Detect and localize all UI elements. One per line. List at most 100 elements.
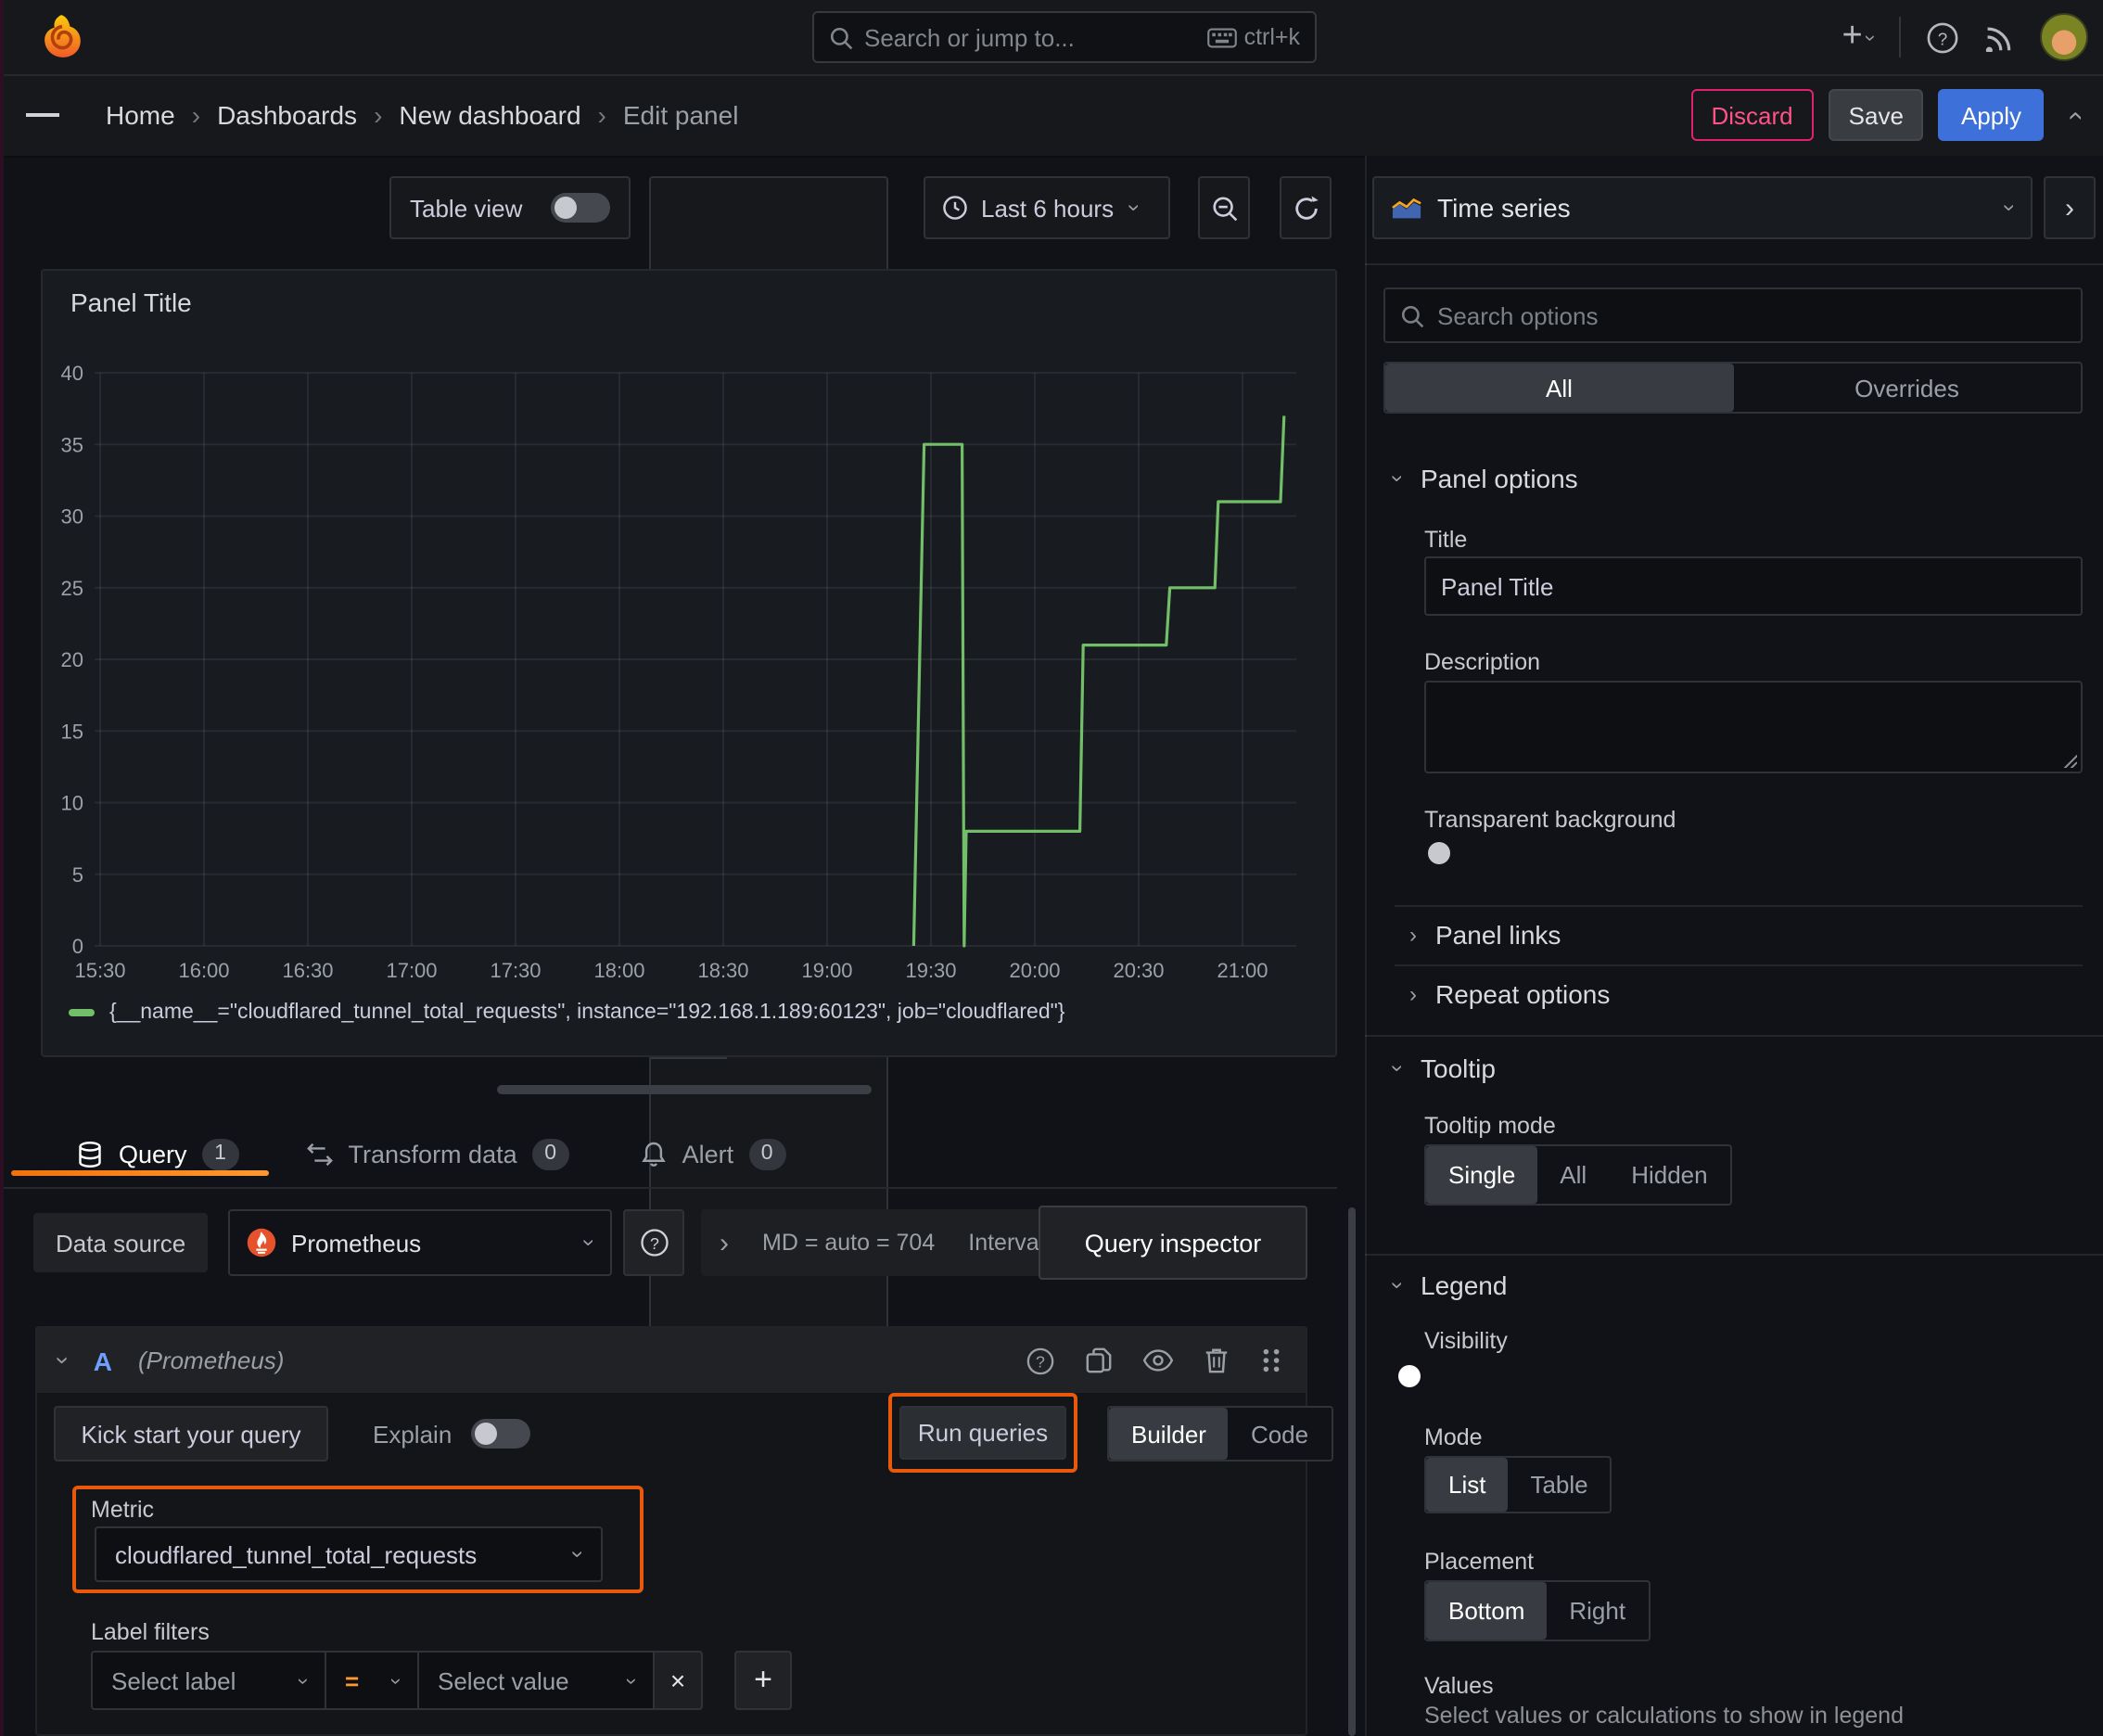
visualization-picker[interactable]: Time series › (1372, 176, 2033, 239)
svg-text:10: 10 (61, 792, 83, 815)
repeat-options-section[interactable]: › Repeat options (1409, 979, 1610, 1009)
collapse-pane-button[interactable]: › (2044, 176, 2096, 239)
discard-button[interactable]: Discard (1690, 89, 1814, 141)
run-queries-button[interactable]: Run queries (899, 1406, 1066, 1460)
breadcrumb-new-dashboard[interactable]: New dashboard (399, 100, 580, 130)
description-label: Description (1424, 649, 1541, 675)
viz-picker-label: Time series (1437, 193, 1571, 223)
tab-overrides[interactable]: Overrides (1733, 364, 2081, 412)
svg-text:18:00: 18:00 (593, 959, 644, 982)
query-inspector-button[interactable]: Query inspector (1039, 1206, 1307, 1280)
help-circle-icon[interactable]: ? (1026, 1346, 1055, 1375)
tab-query[interactable]: Query 1 (11, 1138, 273, 1169)
svg-text:20:00: 20:00 (1009, 959, 1060, 982)
zoom-out-button[interactable] (1198, 176, 1250, 239)
label-filter-operator-select[interactable]: = › (326, 1651, 419, 1710)
query-row-header[interactable]: › A (Prometheus) ? (37, 1328, 1306, 1393)
grafana-logo[interactable] (37, 13, 85, 61)
add-new-button[interactable]: + › (1842, 17, 1881, 57)
eye-icon[interactable] (1142, 1348, 1174, 1372)
tooltip-all[interactable]: All (1537, 1146, 1609, 1204)
tooltip-single[interactable]: Single (1426, 1146, 1538, 1204)
save-button[interactable]: Save (1828, 89, 1924, 141)
topbar-divider (1899, 17, 1901, 57)
section-divider (1365, 1254, 2103, 1256)
tooltip-section[interactable]: › Tooltip (1385, 1053, 1496, 1083)
chevron-right-icon: › (374, 100, 383, 130)
breadcrumb-home[interactable]: Home (106, 100, 175, 130)
builder-option[interactable]: Builder (1109, 1408, 1229, 1460)
placement-right[interactable]: Right (1547, 1582, 1648, 1640)
refresh-button[interactable] (1280, 176, 1332, 239)
breadcrumb: Home › Dashboards › New dashboard › Edit… (106, 76, 738, 154)
mode-list[interactable]: List (1426, 1458, 1509, 1512)
panel-links-section[interactable]: › Panel links (1409, 920, 1561, 950)
values-label: Values (1424, 1673, 1494, 1699)
chevron-right-icon: › (1409, 922, 1417, 948)
legend-section[interactable]: › Legend (1385, 1270, 1507, 1300)
remove-filter-button[interactable]: × (655, 1651, 703, 1710)
global-search-input[interactable]: Search or jump to... ctrl+k (812, 11, 1317, 63)
tab-all[interactable]: All (1385, 364, 1733, 412)
chevron-down-icon: › (1385, 475, 1411, 482)
timeseries-chart[interactable]: 0 5 10 15 20 25 30 35 40 15:30 16:00 16:30 17:00 17:3… (57, 354, 1337, 1003)
panel-options-section[interactable]: › Panel options (1385, 464, 1578, 493)
breadcrumb-bar: Home › Dashboards › New dashboard › Edit… (0, 76, 2103, 158)
database-icon (79, 1141, 101, 1167)
resize-handle-icon[interactable] (2060, 751, 2077, 768)
user-avatar[interactable] (2040, 13, 2088, 61)
horizontal-scrollbar[interactable] (497, 1085, 872, 1094)
chevron-down-icon: › (49, 1356, 78, 1365)
metric-select[interactable]: cloudflared_tunnel_total_requests › (95, 1526, 603, 1582)
breadcrumb-edit-panel: Edit panel (622, 100, 739, 130)
query-ref-datasource: (Prometheus) (137, 1347, 285, 1374)
explain-toggle[interactable] (470, 1419, 530, 1449)
select-value-placeholder: Select value (438, 1666, 569, 1694)
panel-title: Panel Title (70, 287, 192, 317)
apply-button[interactable]: Apply (1938, 89, 2044, 141)
datasource-value: Prometheus (291, 1229, 422, 1257)
chart-legend[interactable]: {__name__="cloudflared_tunnel_total_requ… (69, 1002, 1064, 1024)
breadcrumb-dashboards[interactable]: Dashboards (217, 100, 357, 130)
chevron-down-icon: › (1385, 1282, 1411, 1289)
tabs-divider (0, 1187, 1337, 1189)
label-filter-value-select[interactable]: Select value › (419, 1651, 655, 1710)
table-view-toggle[interactable] (551, 193, 610, 223)
news-rss-icon[interactable] (1984, 22, 2014, 52)
tab-alert[interactable]: Alert 0 (603, 1138, 820, 1169)
refresh-icon (1294, 195, 1318, 219)
help-icon[interactable]: ? (1927, 21, 1958, 53)
kickstart-query-button[interactable]: Kick start your query (54, 1406, 328, 1462)
trash-icon[interactable] (1204, 1347, 1230, 1374)
time-range-picker[interactable]: Last 6 hours › (924, 176, 1170, 239)
tooltip-mode-label: Tooltip mode (1424, 1113, 1556, 1139)
select-label-placeholder: Select label (111, 1666, 236, 1694)
panel-title-input[interactable] (1424, 556, 2083, 616)
tab-transform-data[interactable]: Transform data 0 (273, 1138, 603, 1169)
drag-handle-icon[interactable] (1259, 1347, 1283, 1374)
add-filter-button[interactable]: + (734, 1651, 792, 1710)
search-icon (1401, 304, 1424, 327)
datasource-help-button[interactable]: ? (623, 1209, 684, 1276)
clock-icon (943, 196, 967, 220)
chevron-down-icon: › (1121, 204, 1148, 211)
mode-table[interactable]: Table (1508, 1458, 1610, 1512)
chevron-down-icon: › (385, 1677, 408, 1684)
transform-count-badge: 0 (531, 1138, 569, 1169)
prometheus-icon (247, 1228, 276, 1257)
vertical-scrollbar[interactable] (1348, 1207, 1356, 1736)
query-editor-card: › A (Prometheus) ? Kick start your query… (35, 1326, 1333, 1736)
code-option[interactable]: Code (1229, 1408, 1331, 1460)
label-filter-key-select[interactable]: Select label › (91, 1651, 326, 1710)
svg-text:19:30: 19:30 (905, 959, 956, 982)
options-search[interactable]: Search options (1383, 287, 2083, 343)
tab-transform-label: Transform data (348, 1140, 517, 1168)
divider (1395, 964, 2083, 966)
duplicate-icon[interactable] (1085, 1347, 1113, 1374)
values-help-text: Select values or calculations to show in… (1424, 1703, 1904, 1729)
collapse-options-icon[interactable]: › (2058, 110, 2090, 120)
tooltip-hidden[interactable]: Hidden (1609, 1146, 1729, 1204)
placement-bottom[interactable]: Bottom (1426, 1582, 1548, 1640)
description-textarea[interactable] (1424, 681, 2083, 773)
datasource-picker[interactable]: Prometheus › (228, 1209, 612, 1276)
